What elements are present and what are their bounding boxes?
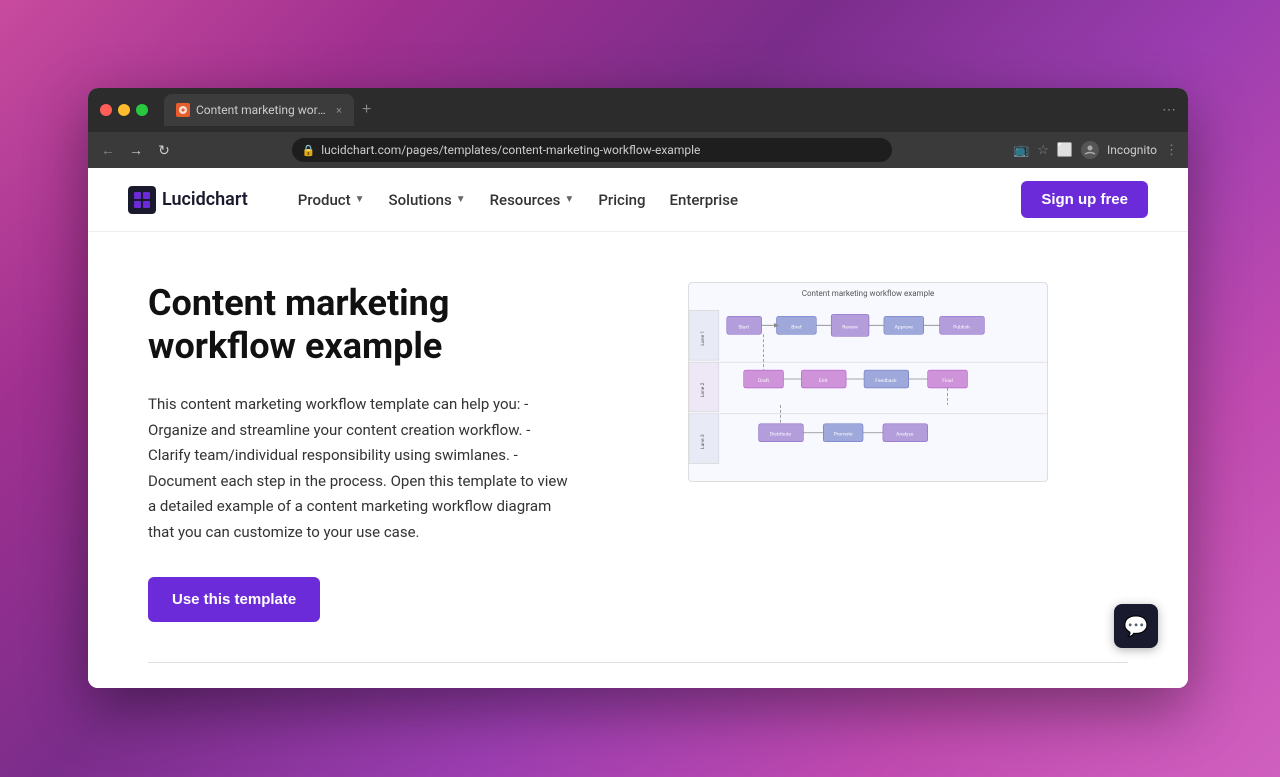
profile-icon: ⬜ [1057,143,1073,158]
browser-chrome: Content marketing workflow e... × + ⋯ [88,88,1188,132]
product-chevron-icon: ▼ [355,194,365,205]
nav-link-enterprise-label: Enterprise [670,191,738,209]
close-button[interactable] [100,104,112,116]
svg-text:Review: Review [842,324,858,330]
tab-close-button[interactable]: × [336,104,342,117]
bookmark-icon[interactable]: ☆ [1037,143,1049,158]
incognito-label: Incognito [1107,143,1157,157]
browser-tab[interactable]: Content marketing workflow e... × [164,94,354,126]
chat-widget[interactable]: 💬 [1114,604,1158,648]
svg-text:Edit: Edit [819,378,828,384]
svg-text:Lane 3: Lane 3 [700,434,706,449]
address-bar-row: ← → ↻ 🔒 lucidchart.com/pages/templates/c… [88,132,1188,168]
hero-description: This content marketing workflow template… [148,392,568,545]
logo-icon [128,186,156,214]
cast-icon: 📺 [1013,143,1029,158]
nav-link-resources[interactable]: Resources ▼ [480,185,585,215]
nav-link-product-label: Product [298,191,351,209]
forward-button[interactable]: → [126,142,146,158]
browser-more-button[interactable]: ⋯ [1162,102,1176,118]
nav-link-solutions-label: Solutions [389,191,452,209]
hero-right: Content marketing workflow example Lane … [608,282,1128,482]
maximize-button[interactable] [136,104,148,116]
use-template-button[interactable]: Use this template [148,577,320,622]
svg-text:Lane 2: Lane 2 [700,382,706,397]
svg-text:Approve: Approve [895,324,914,330]
page-title: Content marketing workflow example [148,282,568,368]
workflow-diagram[interactable]: Content marketing workflow example Lane … [688,282,1048,482]
navigation-bar: Lucidchart Product ▼ Solutions ▼ Resourc… [88,168,1188,232]
nav-links: Product ▼ Solutions ▼ Resources ▼ Pricin… [288,185,1022,215]
nav-link-enterprise[interactable]: Enterprise [660,185,748,215]
nav-link-pricing-label: Pricing [598,191,645,209]
logo-text: Lucidchart [162,189,248,210]
nav-link-product[interactable]: Product ▼ [288,185,375,215]
svg-text:Start: Start [738,324,749,330]
browser-window: Content marketing workflow e... × + ⋯ ← … [88,88,1188,688]
resources-chevron-icon: ▼ [564,194,574,205]
svg-text:Distribute: Distribute [770,432,792,438]
sign-up-button[interactable]: Sign up free [1021,181,1148,218]
new-tab-button[interactable]: + [362,101,371,119]
svg-text:Final: Final [942,378,953,384]
hero-section: Content marketing workflow example This … [88,232,1188,662]
nav-link-pricing[interactable]: Pricing [588,185,655,215]
tab-title: Content marketing workflow e... [196,103,326,117]
refresh-button[interactable]: ↻ [154,142,174,159]
svg-text:Draft: Draft [758,377,769,384]
svg-text:Promote: Promote [834,432,853,438]
page-content: Lucidchart Product ▼ Solutions ▼ Resourc… [88,168,1188,688]
logo-area[interactable]: Lucidchart [128,186,248,214]
diagram-title: Content marketing workflow example [689,283,1047,300]
address-bar-actions: 📺 ☆ ⬜ Incognito ⋮ [1013,141,1178,159]
url-text: lucidchart.com/pages/templates/content-m… [321,143,700,157]
diagram-svg: Lane 1 Lane 2 Lane 3 Start Brief [689,300,1047,470]
page-divider [148,662,1128,663]
incognito-avatar [1081,141,1099,159]
tab-favicon [176,103,190,117]
solutions-chevron-icon: ▼ [456,194,466,205]
menu-icon[interactable]: ⋮ [1165,143,1178,158]
address-bar[interactable]: 🔒 lucidchart.com/pages/templates/content… [292,138,892,162]
nav-link-resources-label: Resources [490,191,561,209]
svg-text:Analyze: Analyze [896,432,914,438]
svg-text:Publish: Publish [953,324,970,330]
svg-text:Brief: Brief [791,323,802,330]
traffic-lights [100,104,148,116]
minimize-button[interactable] [118,104,130,116]
nav-link-solutions[interactable]: Solutions ▼ [379,185,476,215]
tab-area: Content marketing workflow e... × + [164,94,1154,126]
back-button[interactable]: ← [98,142,118,158]
hero-left: Content marketing workflow example This … [148,282,568,622]
chat-icon: 💬 [1124,614,1149,638]
svg-text:Lane 1: Lane 1 [700,331,706,346]
lock-icon: 🔒 [302,144,316,157]
svg-text:Feedback: Feedback [875,378,897,384]
